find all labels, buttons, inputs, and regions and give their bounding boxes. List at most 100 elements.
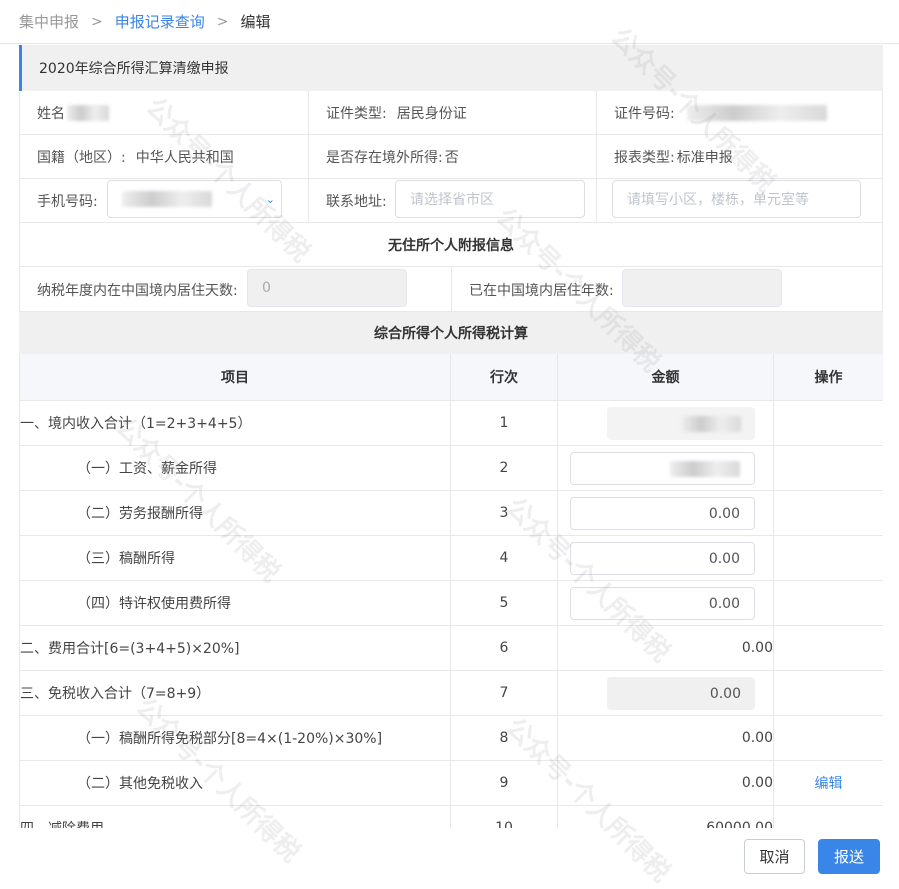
row-item-label: 三、免税收入合计（7=8+9） [19, 670, 451, 716]
info-row-identity: 姓名 证件类型: 居民身份证 证件号码: [19, 91, 883, 135]
overseas-cell: 是否存在境外所得: 否 [308, 135, 596, 179]
submit-button[interactable]: 报送 [818, 839, 880, 874]
declaration-form: 2020年综合所得汇算清缴申报 姓名 证件类型: 居民身份证 证件号码: 国籍（… [19, 45, 883, 828]
address-detail-input[interactable]: 请填写小区，楼栋，单元室等 [612, 180, 861, 218]
row-amount-cell: 0.00 [557, 760, 774, 806]
row-amount-cell: 60000.00 [557, 805, 774, 828]
row-line-number: 1 [450, 400, 558, 446]
row-amount-cell: 0.00 [557, 670, 774, 716]
table-row: 三、免税收入合计（7=8+9） 7 0.00 [19, 670, 883, 716]
amount-value: 0.00 [709, 685, 741, 702]
info-row-nationality: 国籍（地区）: 中华人民共和国 是否存在境外所得: 否 报表类型: 标准申报 [19, 135, 883, 179]
report-type-value: 标准申报 [676, 150, 733, 166]
chevron-right-icon: > [91, 13, 103, 30]
row-action-cell [773, 445, 883, 491]
column-header-item: 项目 [19, 354, 451, 401]
row-amount-cell: 0.00 [557, 580, 774, 626]
row-action-cell [773, 490, 883, 536]
table-row: 二、费用合计[6=(3+4+5)×20%] 6 0.00 [19, 625, 883, 671]
row-line-number: 3 [450, 490, 558, 536]
table-row: （四）特许权使用费所得 5 0.00 [19, 580, 883, 626]
cancel-button[interactable]: 取消 [744, 839, 805, 874]
row-item-label: 一、境内收入合计（1=2+3+4+5） [19, 400, 451, 446]
row-amount-cell: 0.00 [557, 535, 774, 581]
row-item-label: （一）工资、薪金所得 [19, 445, 451, 491]
id-type-value: 居民身份证 [396, 106, 467, 122]
amount-readonly-field [607, 407, 755, 440]
id-number-cell: 证件号码: [596, 91, 883, 135]
row-action-cell [773, 580, 883, 626]
row-item-label: （三）稿酬所得 [19, 535, 451, 581]
form-footer: 取消 报送 [0, 828, 899, 874]
amount-value: 0.00 [708, 595, 740, 612]
overseas-label: 是否存在境外所得: [326, 150, 443, 166]
phone-label: 手机号码: [37, 194, 98, 210]
table-row: （一）工资、薪金所得 2 [19, 445, 883, 491]
phone-input[interactable]: ⌄ [107, 180, 282, 218]
row-line-number: 6 [450, 625, 558, 671]
column-header-action: 操作 [773, 354, 883, 401]
id-type-cell: 证件类型: 居民身份证 [308, 91, 596, 135]
name-cell: 姓名 [19, 91, 308, 135]
breadcrumb-item-records[interactable]: 申报记录查询 [115, 11, 205, 32]
row-action-cell [773, 535, 883, 581]
info-row-contact: 手机号码: ⌄ 联系地址: 请选择省市区 请填写小区，楼栋，单元室等 [19, 179, 883, 223]
id-type-label: 证件类型: [326, 106, 387, 122]
table-row: 一、境内收入合计（1=2+3+4+5） 1 [19, 400, 883, 446]
address-region-select[interactable]: 请选择省市区 [395, 180, 585, 218]
nationality-label: 国籍（地区）: [37, 150, 126, 166]
row-action-cell [773, 625, 883, 671]
table-row: （一）稿酬所得免税部分[8=4×(1-20%)×30%] 8 0.00 [19, 715, 883, 761]
address-detail-placeholder: 请填写小区，楼栋，单元室等 [627, 192, 809, 208]
table-row: 四、减除费用1060000.00 [19, 805, 883, 828]
residence-years-label: 已在中国境内居住年数: [469, 282, 614, 299]
nonresident-section-title: 无住所个人附报信息 [19, 223, 883, 267]
column-header-amount: 金额 [557, 354, 774, 401]
amount-readonly-field: 0.00 [607, 677, 755, 710]
row-item-label: （一）稿酬所得免税部分[8=4×(1-20%)×30%] [19, 715, 451, 761]
row-action-cell [773, 670, 883, 716]
name-value-blurred [67, 105, 109, 121]
table-header-row: 项目 行次 金额 操作 [19, 354, 883, 401]
address-region-placeholder: 请选择省市区 [410, 192, 494, 208]
amount-input[interactable]: 0.00 [570, 542, 755, 575]
row-amount-cell [557, 400, 774, 446]
row-item-label: 二、费用合计[6=(3+4+5)×20%] [19, 625, 451, 671]
row-item-label: （四）特许权使用费所得 [19, 580, 451, 626]
info-row-residence: 纳税年度内在中国境内居住天数: 0 已在中国境内居住年数: [19, 267, 883, 312]
row-line-number: 2 [450, 445, 558, 491]
residence-days-label: 纳税年度内在中国境内居住天数: [37, 282, 238, 299]
row-amount-cell: 0.00 [557, 625, 774, 671]
amount-value-blurred [681, 415, 741, 432]
table-row: （三）稿酬所得 4 0.00 [19, 535, 883, 581]
nationality-cell: 国籍（地区）: 中华人民共和国 [19, 135, 308, 179]
address-label: 联系地址: [326, 194, 387, 210]
amount-value: 0.00 [708, 550, 740, 567]
chevron-right-icon: > [216, 13, 229, 30]
id-number-value-blurred [686, 105, 827, 121]
row-action-cell [773, 400, 883, 446]
row-item-label: （二）劳务报酬所得 [19, 490, 451, 536]
row-action-cell [773, 805, 883, 828]
amount-input[interactable]: 0.00 [570, 587, 755, 620]
id-number-label: 证件号码: [614, 106, 675, 122]
row-amount-cell [557, 445, 774, 491]
nationality-value: 中华人民共和国 [135, 150, 234, 166]
row-line-number: 5 [450, 580, 558, 626]
residence-days-value: 0 [262, 280, 271, 296]
report-type-label: 报表类型: [614, 150, 675, 166]
amount-input[interactable] [570, 452, 755, 485]
name-label: 姓名 [37, 106, 65, 122]
residence-days-input[interactable]: 0 [247, 269, 407, 307]
tax-calc-table: 项目 行次 金额 操作 一、境内收入合计（1=2+3+4+5） 1 （一）工资、薪金… [19, 354, 883, 828]
breadcrumb-item-batch[interactable]: 集中申报 [19, 11, 79, 32]
row-line-number: 7 [450, 670, 558, 716]
row-action-cell [773, 715, 883, 761]
edit-link[interactable]: 编辑 [815, 776, 843, 792]
amount-input[interactable]: 0.00 [570, 497, 755, 530]
row-amount-cell: 0.00 [557, 490, 774, 536]
column-header-line: 行次 [450, 354, 558, 401]
residence-years-input[interactable] [622, 269, 782, 307]
table-row: （二）劳务报酬所得 3 0.00 [19, 490, 883, 536]
breadcrumb-item-edit: 编辑 [240, 13, 271, 31]
